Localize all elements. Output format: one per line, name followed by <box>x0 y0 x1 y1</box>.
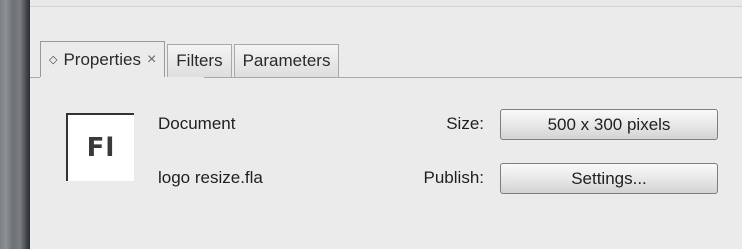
document-size-button[interactable]: 500 x 300 pixels <box>500 109 718 140</box>
tab-filters-label: Filters <box>176 51 223 70</box>
document-filename: logo resize.fla <box>158 168 263 187</box>
flash-document-icon: Fl <box>66 113 134 181</box>
tab-filters[interactable]: Filters <box>167 44 232 77</box>
properties-panel: ◇ Properties × Filters Parameters Fl Doc… <box>30 0 742 249</box>
collapse-arrows-icon: ◇ <box>49 54 58 66</box>
size-label: Size: <box>446 114 484 133</box>
panel-top-border <box>30 0 742 7</box>
tab-parameters[interactable]: Parameters <box>233 44 340 77</box>
window-frame-left <box>0 0 30 249</box>
tab-properties[interactable]: ◇ Properties × <box>40 41 166 77</box>
tab-properties-label: Properties <box>63 49 141 69</box>
flash-document-icon-text: Fl <box>86 133 116 163</box>
active-tab-gap <box>40 77 204 78</box>
tab-strip: ◇ Properties × Filters Parameters <box>40 41 341 77</box>
tab-parameters-label: Parameters <box>242 51 331 70</box>
close-icon[interactable]: × <box>147 51 156 69</box>
document-type-label: Document <box>158 114 236 133</box>
publish-settings-button[interactable]: Settings... <box>500 163 718 194</box>
publish-label: Publish: <box>423 168 484 187</box>
